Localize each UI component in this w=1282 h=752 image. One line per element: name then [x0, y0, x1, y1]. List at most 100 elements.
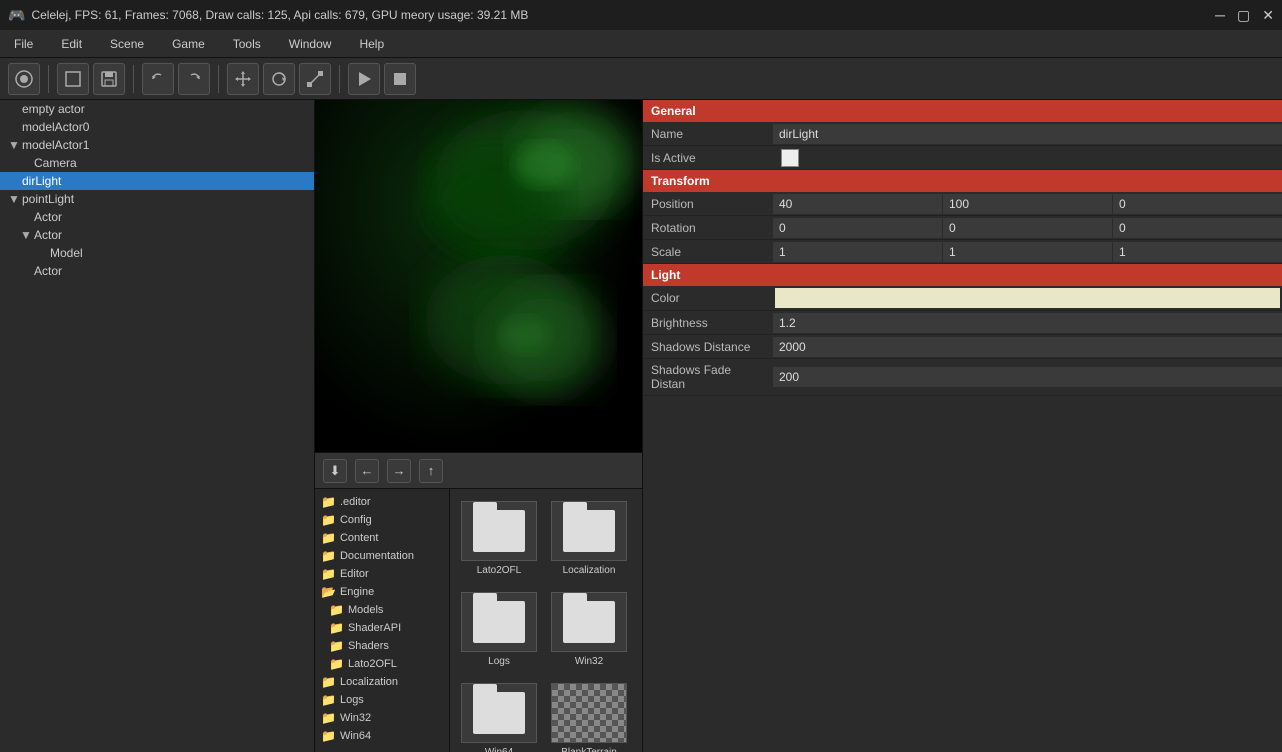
- viewport[interactable]: [315, 100, 642, 452]
- folder-shaderapi[interactable]: 📁ShaderAPI: [315, 619, 449, 637]
- prop-value-name: [773, 124, 1282, 144]
- asset-logs[interactable]: Logs: [458, 588, 540, 671]
- folder-icon: 📁: [321, 675, 336, 689]
- asset-thumbnail: [461, 501, 537, 561]
- color-picker[interactable]: [775, 288, 1280, 308]
- close-button[interactable]: ✕: [1262, 7, 1274, 24]
- folder-localization[interactable]: 📁Localization: [315, 673, 449, 691]
- shadows-distance-input[interactable]: [773, 337, 1282, 357]
- folder-win32[interactable]: 📁Win32: [315, 709, 449, 727]
- rotation-x-input[interactable]: [773, 218, 942, 238]
- prop-value-scale: [773, 242, 1282, 262]
- scene-icon-button[interactable]: [57, 63, 89, 95]
- asset-lato2ofl[interactable]: Lato2OFL: [458, 497, 540, 580]
- position-y-input[interactable]: [943, 194, 1112, 214]
- asset-label: Logs: [488, 656, 510, 667]
- maximize-button[interactable]: ▢: [1237, 7, 1250, 24]
- toolbar-sep-1: [48, 65, 49, 93]
- scale-z-input[interactable]: [1113, 242, 1282, 262]
- prop-label-position: Position: [643, 193, 773, 215]
- general-section-header: General: [643, 100, 1282, 122]
- folder-icon: 📁: [321, 531, 336, 545]
- folder-shaders[interactable]: 📁Shaders: [315, 637, 449, 655]
- brightness-input[interactable]: [773, 313, 1282, 333]
- up-button[interactable]: ↑: [419, 459, 443, 483]
- menu-scene[interactable]: Scene: [104, 35, 150, 53]
- prop-row-position: Position: [643, 192, 1282, 216]
- asset-thumbnail: [461, 683, 537, 743]
- redo-button[interactable]: [178, 63, 210, 95]
- tree-item-modelActor1[interactable]: ▼modelActor1: [0, 136, 314, 154]
- tree-item-camera[interactable]: Camera: [0, 154, 314, 172]
- position-z-input[interactable]: [1113, 194, 1282, 214]
- titlebar: 🎮 Celelej, FPS: 61, Frames: 7068, Draw c…: [0, 0, 1282, 30]
- prop-row-brightness: Brightness: [643, 311, 1282, 335]
- asset-win64[interactable]: Win64: [458, 679, 540, 752]
- isactive-checkbox[interactable]: [781, 149, 799, 167]
- folder-editor[interactable]: 📁.editor: [315, 493, 449, 511]
- titlebar-controls[interactable]: ─ ▢ ✕: [1215, 7, 1274, 24]
- folder-content[interactable]: 📁Content: [315, 529, 449, 547]
- menu-game[interactable]: Game: [166, 35, 211, 53]
- folder-icon: 📁: [321, 495, 336, 509]
- play-button[interactable]: [348, 63, 380, 95]
- menubar: File Edit Scene Game Tools Window Help: [0, 30, 1282, 58]
- asset-blank-terrain[interactable]: BlankTerrain: [548, 679, 630, 752]
- logo-button[interactable]: [8, 63, 40, 95]
- tree-item-actor2[interactable]: ▼Actor: [0, 226, 314, 244]
- tree-item-model[interactable]: Model: [0, 244, 314, 262]
- folder-documentation[interactable]: 📁Documentation: [315, 547, 449, 565]
- rotation-z-input[interactable]: [1113, 218, 1282, 238]
- folder-icon: 📁: [321, 729, 336, 743]
- minimize-button[interactable]: ─: [1215, 7, 1225, 24]
- stop-button[interactable]: [384, 63, 416, 95]
- name-input[interactable]: [773, 124, 1282, 144]
- tree-item-modelActor0[interactable]: modelActor0: [0, 118, 314, 136]
- titlebar-text: Celelej, FPS: 61, Frames: 7068, Draw cal…: [31, 8, 528, 22]
- folder-config[interactable]: 📁Config: [315, 511, 449, 529]
- position-x-input[interactable]: [773, 194, 942, 214]
- tree-item-actor3[interactable]: Actor: [0, 262, 314, 280]
- expand-icon: ▼: [20, 228, 34, 242]
- tree-item-actor1[interactable]: Actor: [0, 208, 314, 226]
- folder-icon: 📁: [321, 711, 336, 725]
- content-browser: ⬇ ← → ↑ 📁.editor 📁Config 📁Content: [315, 452, 642, 752]
- download-button[interactable]: ⬇: [323, 459, 347, 483]
- tree-item-pointLight[interactable]: ▼pointLight: [0, 190, 314, 208]
- folder-logs[interactable]: 📁Logs: [315, 691, 449, 709]
- tree-item-empty-actor[interactable]: empty actor: [0, 100, 314, 118]
- menu-edit[interactable]: Edit: [55, 35, 88, 53]
- scale-x-input[interactable]: [773, 242, 942, 262]
- expand-icon: ▼: [8, 138, 22, 152]
- folder-editor2[interactable]: 📁Editor: [315, 565, 449, 583]
- prop-row-rotation: Rotation: [643, 216, 1282, 240]
- back-button[interactable]: ←: [355, 459, 379, 483]
- undo-button[interactable]: [142, 63, 174, 95]
- move-tool-button[interactable]: [227, 63, 259, 95]
- folder-icon: 📁: [321, 513, 336, 527]
- rotation-y-input[interactable]: [943, 218, 1112, 238]
- prop-value-brightness: [773, 313, 1282, 333]
- folder-lato2ofl[interactable]: 📁Lato2OFL: [315, 655, 449, 673]
- forward-button[interactable]: →: [387, 459, 411, 483]
- prop-label-color: Color: [643, 287, 773, 309]
- tree-item-dirLight[interactable]: dirLight: [0, 172, 314, 190]
- scale-tool-button[interactable]: [299, 63, 331, 95]
- asset-win32[interactable]: Win32: [548, 588, 630, 671]
- menu-file[interactable]: File: [8, 35, 39, 53]
- menu-tools[interactable]: Tools: [227, 35, 267, 53]
- shadows-fade-input[interactable]: [773, 367, 1282, 387]
- asset-localization[interactable]: Localization: [548, 497, 630, 580]
- rotate-tool-button[interactable]: [263, 63, 295, 95]
- folder-win64[interactable]: 📁Win64: [315, 727, 449, 745]
- prop-row-shadows-distance: Shadows Distance: [643, 335, 1282, 359]
- menu-window[interactable]: Window: [283, 35, 338, 53]
- folder-icon: 📁: [329, 657, 344, 671]
- folder-models[interactable]: 📁Models: [315, 601, 449, 619]
- save-button[interactable]: [93, 63, 125, 95]
- asset-thumbnail: [551, 683, 627, 743]
- asset-label: Win32: [575, 656, 603, 667]
- folder-engine[interactable]: 📂Engine: [315, 583, 449, 601]
- scale-y-input[interactable]: [943, 242, 1112, 262]
- menu-help[interactable]: Help: [353, 35, 390, 53]
